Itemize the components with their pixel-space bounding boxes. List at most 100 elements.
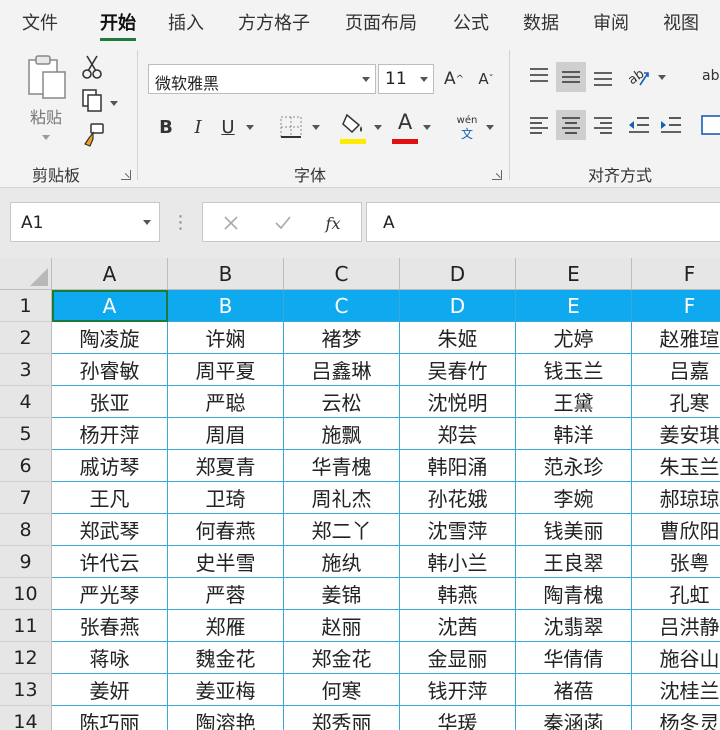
tab-formulas[interactable]: 公式	[453, 9, 489, 35]
underline-button[interactable]: U	[216, 112, 240, 142]
font-name-dropdown-icon[interactable]	[362, 77, 370, 82]
row-header[interactable]: 8	[0, 514, 52, 546]
table-cell[interactable]: 沈悦明	[400, 386, 516, 418]
table-cell[interactable]: 吕洪静	[632, 610, 720, 642]
header-cell[interactable]: B	[168, 290, 284, 322]
header-cell[interactable]: D	[400, 290, 516, 322]
borders-dropdown-icon[interactable]	[310, 122, 322, 132]
header-cell[interactable]: F	[632, 290, 720, 322]
table-cell[interactable]: 范永珍	[516, 450, 632, 482]
row-header[interactable]: 1	[0, 290, 52, 322]
text-orientation-dropdown-icon[interactable]	[656, 72, 668, 82]
row-header[interactable]: 7	[0, 482, 52, 514]
column-header[interactable]: A	[52, 258, 168, 290]
font-color-dropdown-icon[interactable]	[421, 122, 433, 132]
table-cell[interactable]: 张亚	[52, 386, 168, 418]
align-middle-icon[interactable]	[556, 62, 586, 92]
paste-dropdown-caret[interactable]	[40, 132, 52, 142]
table-cell[interactable]: 沈桂兰	[632, 674, 720, 706]
wrap-text-button[interactable]: ab	[702, 60, 720, 92]
table-cell[interactable]: 史半雪	[168, 546, 284, 578]
table-cell[interactable]: 郑雁	[168, 610, 284, 642]
table-cell[interactable]: 孙睿敏	[52, 354, 168, 386]
clipboard-dialog-launcher-icon[interactable]	[121, 170, 131, 180]
table-cell[interactable]: 杨开萍	[52, 418, 168, 450]
table-cell[interactable]: 金显丽	[400, 642, 516, 674]
decrease-indent-icon[interactable]	[624, 110, 654, 140]
table-cell[interactable]: 孔虹	[632, 578, 720, 610]
table-cell[interactable]: 钱开萍	[400, 674, 516, 706]
column-header[interactable]: D	[400, 258, 516, 290]
table-cell[interactable]: 王黛	[516, 386, 632, 418]
fill-color-icon[interactable]	[338, 110, 368, 144]
column-header[interactable]: E	[516, 258, 632, 290]
tab-page-layout[interactable]: 页面布局	[345, 9, 417, 35]
underline-dropdown-icon[interactable]	[244, 122, 256, 132]
table-cell[interactable]: 姜安琪	[632, 418, 720, 450]
table-cell[interactable]: 郝琼琼	[632, 482, 720, 514]
table-cell[interactable]: 严蓉	[168, 578, 284, 610]
table-cell[interactable]: 戚访琴	[52, 450, 168, 482]
table-cell[interactable]: 张春燕	[52, 610, 168, 642]
table-cell[interactable]: 钱玉兰	[516, 354, 632, 386]
name-box[interactable]: A1	[10, 202, 160, 242]
paste-button[interactable]: 粘贴	[26, 106, 66, 127]
table-cell[interactable]: 秦涵菡	[516, 706, 632, 730]
row-header[interactable]: 9	[0, 546, 52, 578]
align-left-icon[interactable]	[524, 110, 554, 140]
table-cell[interactable]: 郑芸	[400, 418, 516, 450]
tab-home[interactable]: 开始	[100, 9, 136, 35]
row-header[interactable]: 12	[0, 642, 52, 674]
table-cell[interactable]: 陶溶艳	[168, 706, 284, 730]
table-cell[interactable]: 王良翠	[516, 546, 632, 578]
copy-dropdown-caret[interactable]	[108, 98, 120, 108]
table-cell[interactable]: 郑秀丽	[284, 706, 400, 730]
copy-icon[interactable]	[80, 88, 104, 112]
worksheet-grid[interactable]: A B C D E F 1 A B C D E F 2 陶凌旋 许娴 褚梦 朱姬 尤婷 赵雅瑄 3 孙睿敏 周平夏 吕鑫琳 吴春…	[0, 258, 720, 730]
column-header[interactable]: F	[632, 258, 720, 290]
table-cell[interactable]: 卫琦	[168, 482, 284, 514]
formula-input[interactable]: A	[366, 202, 720, 242]
enter-icon[interactable]	[269, 209, 297, 237]
table-cell[interactable]: 韩阳涌	[400, 450, 516, 482]
row-header[interactable]: 13	[0, 674, 52, 706]
table-cell[interactable]: 施纨	[284, 546, 400, 578]
table-cell[interactable]: 张粤	[632, 546, 720, 578]
row-header[interactable]: 11	[0, 610, 52, 642]
table-cell[interactable]: 许娴	[168, 322, 284, 354]
table-cell[interactable]: 朱玉兰	[632, 450, 720, 482]
table-cell[interactable]: 姜妍	[52, 674, 168, 706]
align-right-icon[interactable]	[588, 110, 618, 140]
table-cell[interactable]: 杨冬灵	[632, 706, 720, 730]
table-cell[interactable]: 沈茜	[400, 610, 516, 642]
table-cell[interactable]: 韩小兰	[400, 546, 516, 578]
table-cell[interactable]: 吴春竹	[400, 354, 516, 386]
table-cell[interactable]: 施飘	[284, 418, 400, 450]
row-header[interactable]: 5	[0, 418, 52, 450]
align-bottom-icon[interactable]	[588, 62, 618, 92]
font-name-combobox[interactable]: 微软雅黑	[148, 64, 376, 94]
table-cell[interactable]: 郑夏青	[168, 450, 284, 482]
cut-icon[interactable]	[80, 54, 104, 80]
table-cell[interactable]: 姜亚梅	[168, 674, 284, 706]
tab-data[interactable]: 数据	[523, 9, 559, 35]
table-cell[interactable]: 赵丽	[284, 610, 400, 642]
table-cell[interactable]: 蒋咏	[52, 642, 168, 674]
table-cell[interactable]: 郑金花	[284, 642, 400, 674]
table-cell[interactable]: 沈雪萍	[400, 514, 516, 546]
row-header[interactable]: 4	[0, 386, 52, 418]
tab-file[interactable]: 文件	[22, 9, 58, 35]
increase-font-size-button[interactable]: A ^	[440, 64, 468, 94]
select-all-button[interactable]	[0, 258, 52, 290]
row-header[interactable]: 14	[0, 706, 52, 730]
table-cell[interactable]: 周平夏	[168, 354, 284, 386]
table-cell[interactable]: 姜锦	[284, 578, 400, 610]
decrease-font-size-button[interactable]: Aˇ	[472, 64, 500, 94]
row-header[interactable]: 3	[0, 354, 52, 386]
table-cell[interactable]: 严光琴	[52, 578, 168, 610]
align-center-icon[interactable]	[556, 110, 586, 140]
table-cell[interactable]: 华倩倩	[516, 642, 632, 674]
insert-function-icon[interactable]: fx	[319, 209, 347, 237]
row-header[interactable]: 10	[0, 578, 52, 610]
table-cell[interactable]: 褚蓓	[516, 674, 632, 706]
